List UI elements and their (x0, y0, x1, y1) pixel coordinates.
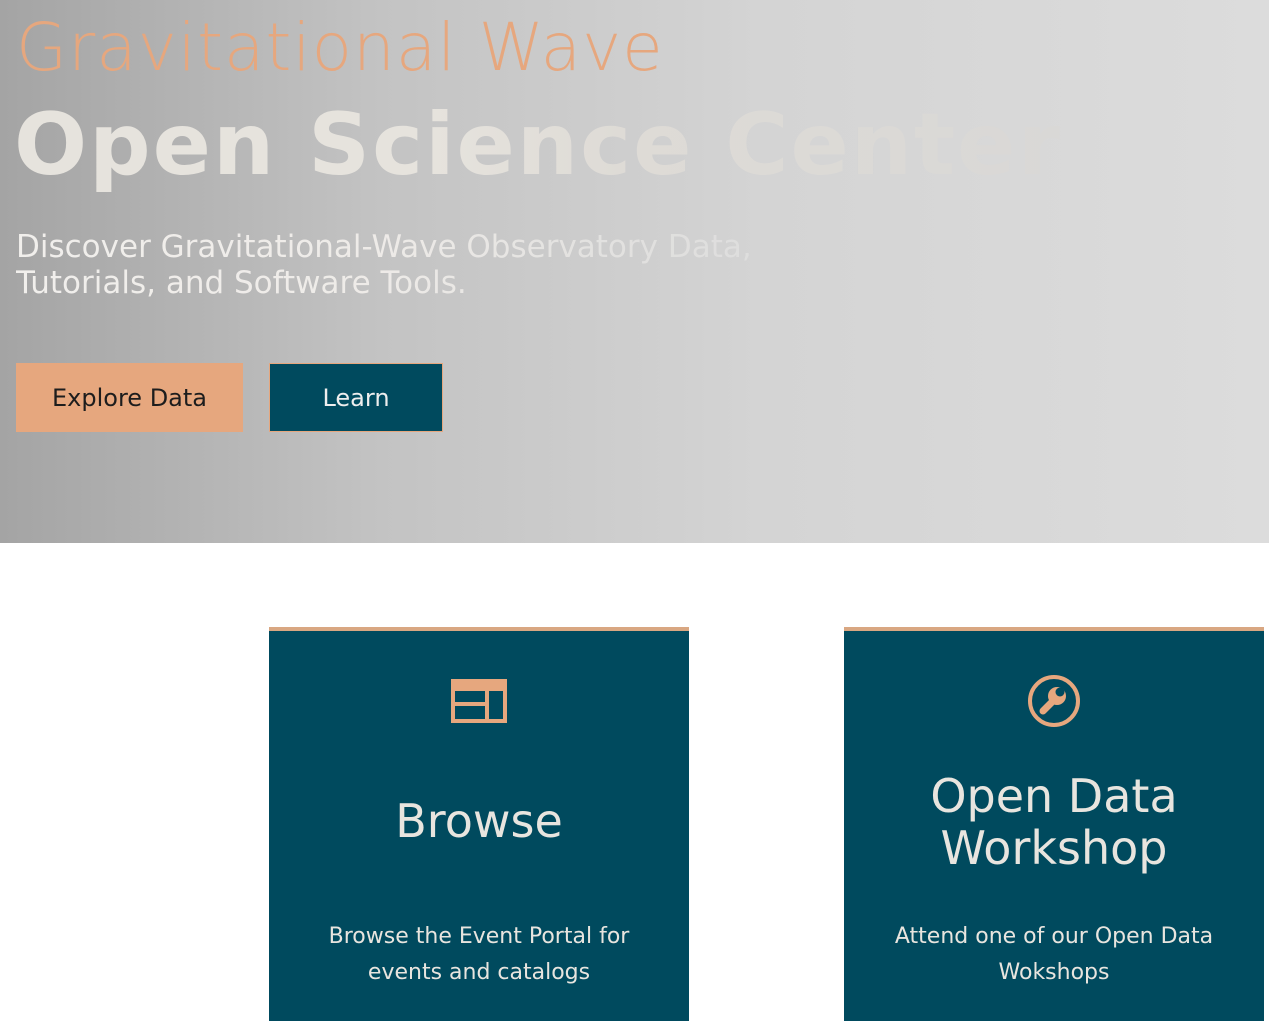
wrench-icon (1024, 671, 1084, 731)
workshop-card-title: Open Data Workshop (844, 770, 1264, 874)
browse-card-description: Browse the Event Portal for events and c… (328, 924, 630, 985)
workshop-card[interactable]: Open Data Workshop Attend one of our Ope… (844, 627, 1264, 1021)
browse-card[interactable]: Browse Browse the Event Portal for event… (269, 627, 689, 1021)
page: Gravitational Wave Open Science Center D… (0, 0, 1269, 1025)
workshop-card-title-line2: Workshop (940, 821, 1168, 875)
browser-window-icon (449, 671, 509, 731)
explore-data-button[interactable]: Explore Data (16, 363, 243, 432)
hero-subtitle: Discover Gravitational-Wave Observatory … (16, 229, 816, 301)
hero-banner: Gravitational Wave Open Science Center D… (0, 0, 1269, 543)
hero-title-light: Gravitational Wave (16, 9, 664, 86)
hero-subtitle-line1: Discover Gravitational-Wave Observatory … (16, 229, 752, 265)
workshop-card-title-line1: Open Data (930, 769, 1178, 823)
learn-button[interactable]: Learn (269, 363, 443, 432)
browse-card-title: Browse (395, 794, 563, 848)
workshop-card-description: Attend one of our Open Data Wokshops (894, 924, 1214, 985)
hero-title-bold: Open Science Center (14, 90, 1062, 200)
hero-subtitle-line2: Tutorials, and Software Tools. (16, 265, 467, 301)
